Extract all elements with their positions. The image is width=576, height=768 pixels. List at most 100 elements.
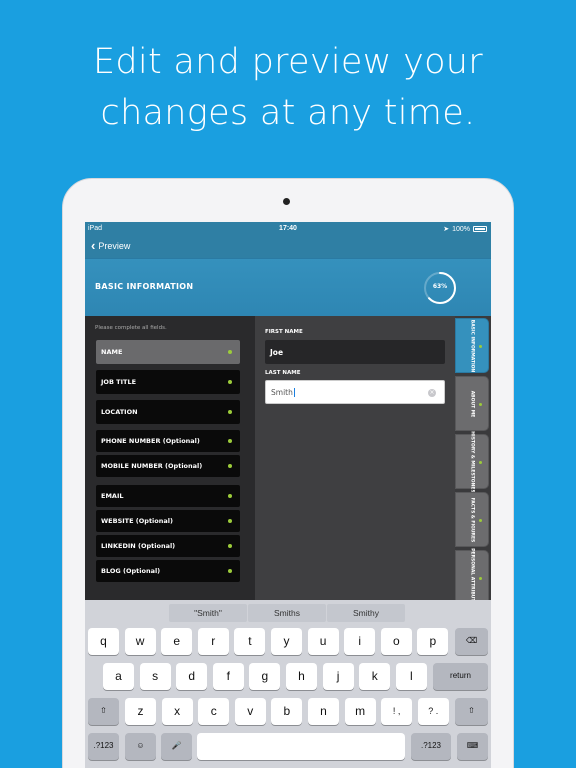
complete-dot-icon bbox=[228, 544, 232, 548]
camera-icon bbox=[283, 198, 290, 205]
key[interactable]: a bbox=[103, 663, 134, 690]
last-name-label: LAST NAME bbox=[265, 370, 301, 376]
complete-dot-icon bbox=[228, 380, 232, 384]
backspace-key[interactable]: ⌫ bbox=[455, 628, 488, 655]
first-name-label: FIRST NAME bbox=[265, 329, 303, 335]
edit-form: FIRST NAME Joe LAST NAME Smith × bbox=[255, 316, 455, 600]
field-list-panel: Please complete all fields. NAME JOB TITL… bbox=[85, 316, 255, 600]
field-row-label: LOCATION bbox=[101, 408, 138, 416]
field-row[interactable]: LINKEDIN (Optional) bbox=[96, 535, 240, 557]
key[interactable]: y bbox=[271, 628, 302, 655]
complete-dot-icon bbox=[479, 519, 482, 522]
section-tab[interactable]: ABOUT ME bbox=[455, 376, 489, 431]
space-key[interactable] bbox=[197, 733, 405, 760]
progress-ring: 63% bbox=[423, 271, 457, 305]
key[interactable]: z bbox=[125, 698, 156, 725]
last-name-value: Smith bbox=[271, 387, 293, 397]
status-time: 17:40 bbox=[279, 225, 297, 232]
prediction-suggestion[interactable]: Smiths bbox=[248, 604, 326, 622]
navigation-bar: ‹ Preview bbox=[85, 236, 491, 258]
back-label: Preview bbox=[98, 241, 131, 251]
clear-icon[interactable]: × bbox=[428, 389, 436, 397]
complete-dot-icon bbox=[479, 577, 482, 580]
emoji-icon[interactable]: ☺ bbox=[125, 733, 156, 760]
key[interactable]: n bbox=[308, 698, 339, 725]
key[interactable]: d bbox=[176, 663, 208, 690]
numbers-key[interactable]: .?123 bbox=[411, 733, 451, 760]
key[interactable]: i bbox=[344, 628, 376, 655]
field-row[interactable]: LOCATION bbox=[96, 400, 240, 424]
field-row[interactable]: NAME bbox=[96, 340, 240, 364]
section-tab[interactable]: FACTS & FIGURES bbox=[455, 492, 489, 547]
field-row[interactable]: WEBSITE (Optional) bbox=[96, 510, 240, 532]
field-row-label: WEBSITE (Optional) bbox=[101, 517, 173, 525]
field-row[interactable]: MOBILE NUMBER (Optional) bbox=[96, 455, 240, 477]
key[interactable]: k bbox=[359, 663, 391, 690]
complete-dot-icon bbox=[228, 494, 232, 498]
last-name-input[interactable]: Smith × bbox=[265, 380, 445, 404]
back-button[interactable]: ‹ Preview bbox=[91, 238, 131, 253]
complete-dot-icon bbox=[228, 410, 232, 414]
field-row-label: PHONE NUMBER (Optional) bbox=[101, 437, 200, 445]
shift-key[interactable]: ⇧ bbox=[455, 698, 488, 725]
numbers-key[interactable]: .?123 bbox=[88, 733, 119, 760]
section-tab[interactable]: PERSONAL ATTRIBUTES bbox=[455, 547, 489, 608]
key[interactable]: j bbox=[322, 663, 354, 690]
app-screen: iPad 17:40 ➤ 100% ‹ Preview BASIC INFORM… bbox=[85, 222, 491, 768]
section-tabs: BASIC INFORMATION ABOUT ME HISTORY & MILES… bbox=[455, 316, 491, 607]
microphone-icon[interactable]: 🎤 bbox=[161, 733, 192, 760]
key[interactable]: r bbox=[197, 628, 229, 655]
field-row-label: LINKEDIN (Optional) bbox=[101, 542, 176, 550]
key[interactable]: ? . bbox=[417, 698, 449, 725]
section-tab-label: BASIC INFORMATION bbox=[469, 319, 475, 372]
return-key[interactable]: return bbox=[433, 663, 488, 690]
key[interactable]: e bbox=[161, 628, 193, 655]
section-tab-label: HISTORY & MILESTONES bbox=[469, 430, 475, 493]
key[interactable]: w bbox=[124, 628, 156, 655]
prediction-bar: "Smith" Smiths Smithy bbox=[85, 600, 491, 626]
chevron-left-icon: ‹ bbox=[91, 238, 96, 253]
complete-dot-icon bbox=[228, 350, 232, 354]
complete-dot-icon bbox=[228, 439, 232, 443]
headline-line-1: Edit and preview your bbox=[93, 42, 483, 82]
key[interactable]: t bbox=[234, 628, 266, 655]
key[interactable]: s bbox=[139, 663, 171, 690]
key[interactable]: x bbox=[161, 698, 193, 725]
field-row[interactable]: BLOG (Optional) bbox=[96, 560, 240, 582]
first-name-input[interactable]: Joe bbox=[265, 340, 445, 364]
key[interactable]: f bbox=[212, 663, 244, 690]
prediction-suggestion[interactable]: Smithy bbox=[327, 604, 405, 622]
section-tab[interactable]: BASIC INFORMATION bbox=[455, 318, 489, 373]
field-row[interactable]: EMAIL bbox=[96, 485, 240, 507]
section-tab-label: PERSONAL ATTRIBUTES bbox=[469, 547, 475, 608]
key[interactable]: p bbox=[417, 628, 449, 655]
key[interactable]: o bbox=[380, 628, 412, 655]
key[interactable]: q bbox=[88, 628, 119, 655]
field-row-label: BLOG (Optional) bbox=[101, 567, 161, 575]
key[interactable]: u bbox=[307, 628, 339, 655]
section-header: BASIC INFORMATION 63% bbox=[85, 258, 491, 316]
field-row-label: JOB TITLE bbox=[101, 378, 137, 386]
keyboard-dismiss-icon[interactable]: ⌨ bbox=[457, 733, 488, 760]
first-name-value: Joe bbox=[270, 347, 284, 357]
key[interactable]: ! , bbox=[381, 698, 413, 725]
key[interactable]: m bbox=[344, 698, 376, 725]
key[interactable]: b bbox=[271, 698, 303, 725]
section-title: BASIC INFORMATION bbox=[95, 282, 194, 291]
prediction-suggestion[interactable]: "Smith" bbox=[169, 604, 247, 622]
status-right: ➤ 100% bbox=[443, 225, 487, 233]
section-tab[interactable]: HISTORY & MILESTONES bbox=[455, 430, 489, 493]
complete-dot-icon bbox=[228, 519, 232, 523]
key[interactable]: c bbox=[198, 698, 230, 725]
battery-icon bbox=[473, 226, 487, 232]
shift-key[interactable]: ⇧ bbox=[88, 698, 119, 725]
key[interactable]: l bbox=[395, 663, 427, 690]
key[interactable]: h bbox=[286, 663, 317, 690]
text-cursor bbox=[293, 387, 295, 397]
key[interactable]: g bbox=[249, 663, 281, 690]
field-row[interactable]: PHONE NUMBER (Optional) bbox=[96, 430, 240, 452]
keyboard: "Smith" Smiths Smithy q w e r t y u i o p ⌫ a s d f g h j k l… bbox=[85, 600, 491, 768]
location-icon: ➤ bbox=[443, 226, 450, 233]
key[interactable]: v bbox=[234, 698, 266, 725]
field-row[interactable]: JOB TITLE bbox=[96, 370, 240, 394]
